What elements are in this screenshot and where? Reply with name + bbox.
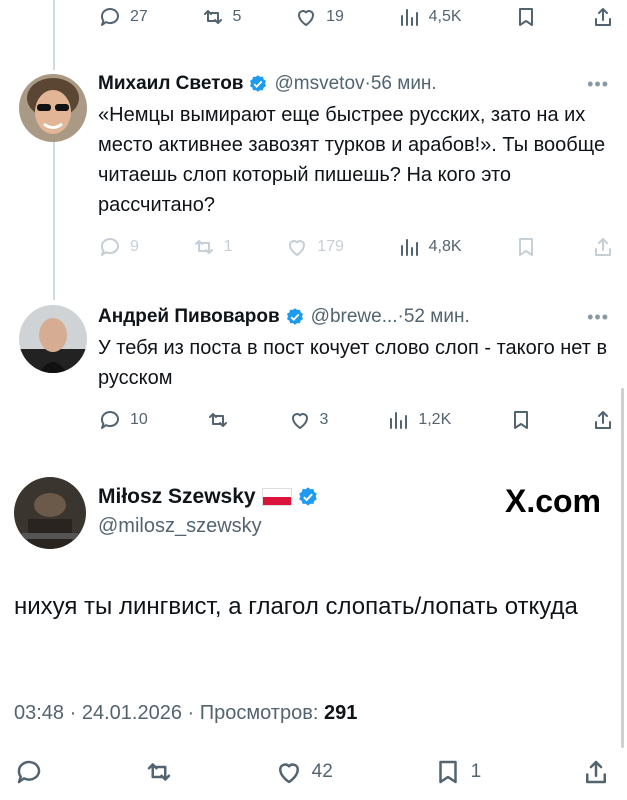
- repost-button[interactable]: 5: [201, 2, 242, 32]
- author-name[interactable]: Михаил Светов: [98, 72, 243, 96]
- post-meta: 03:48 · 24.01.2026 · Просмотров: 291: [14, 702, 357, 725]
- reply-action-bar: 9 1 179 4,8K: [98, 232, 615, 262]
- like-button[interactable]: 3: [288, 405, 329, 435]
- share-icon: [595, 411, 611, 429]
- reply-icon: [100, 411, 119, 429]
- like-count: 42: [311, 761, 333, 782]
- thread-line: [53, 140, 55, 300]
- repost-icon: [203, 10, 222, 24]
- reply-icon: [17, 760, 41, 784]
- repost-button[interactable]: 1: [192, 232, 233, 262]
- like-count: 179: [317, 238, 344, 255]
- post-time[interactable]: 52 мин.: [404, 305, 470, 329]
- heart-icon: [278, 763, 299, 784]
- bookmark-button[interactable]: 1: [433, 757, 482, 787]
- author-handle[interactable]: @msvetov: [274, 72, 364, 96]
- heart-icon: [291, 413, 308, 429]
- heart-icon: [289, 240, 306, 256]
- author-name[interactable]: Miłosz Szewsky: [98, 485, 256, 509]
- views-count: 4,8K: [428, 238, 462, 255]
- repost-count: 1: [223, 238, 233, 255]
- avatar[interactable]: [19, 74, 87, 142]
- share-button[interactable]: [591, 405, 615, 435]
- share-button[interactable]: [591, 2, 615, 32]
- views-button[interactable]: 4,8K: [397, 232, 462, 262]
- repost-icon: [147, 763, 171, 781]
- avatar[interactable]: [19, 305, 87, 373]
- share-button[interactable]: [581, 757, 611, 787]
- bookmark-icon: [438, 760, 457, 784]
- repost-icon: [194, 240, 213, 254]
- bookmark-icon: [514, 411, 529, 429]
- like-count: 3: [319, 411, 329, 428]
- repost-icon: [208, 413, 227, 427]
- bookmark-button[interactable]: [514, 232, 538, 262]
- like-button[interactable]: 19: [294, 2, 344, 32]
- heart-icon: [298, 10, 315, 26]
- reply-button[interactable]: 9: [98, 232, 139, 262]
- separator-dot: ·: [187, 702, 200, 724]
- more-options-icon[interactable]: •••: [587, 305, 609, 329]
- analytics-icon: [390, 412, 408, 429]
- post-time[interactable]: 03:48: [14, 702, 64, 724]
- separator-dot: ·: [69, 702, 82, 724]
- reply-count: 10: [130, 411, 148, 428]
- like-button[interactable]: 42: [274, 757, 333, 787]
- author-handle[interactable]: @milosz_szewsky: [98, 515, 325, 538]
- views-count: 291: [323, 702, 358, 724]
- avatar-image: [19, 305, 87, 373]
- post-text: «Немцы вымирают еще быстрее русских, зат…: [98, 104, 606, 216]
- reply-icon: [100, 238, 119, 256]
- post-text: нихуя ты лингвист, а глагол слопать/лопа…: [14, 593, 578, 620]
- main-action-bar: 42 1: [14, 757, 611, 787]
- repost-button[interactable]: [206, 405, 230, 435]
- views-count: 4,5K: [428, 8, 462, 25]
- views-label: Просмотров:: [199, 702, 319, 724]
- views-count: 1,2K: [418, 411, 452, 428]
- more-options-icon[interactable]: •••: [587, 72, 609, 96]
- share-icon: [594, 238, 611, 256]
- analytics-icon: [400, 239, 418, 256]
- views-button[interactable]: 4,5K: [397, 2, 462, 32]
- author-handle[interactable]: @brewe...: [311, 305, 398, 329]
- repost-button[interactable]: [144, 757, 174, 787]
- bookmark-icon: [519, 8, 534, 26]
- share-button[interactable]: [591, 232, 615, 262]
- poland-flag-icon: [261, 488, 292, 506]
- like-button[interactable]: 179: [285, 232, 344, 262]
- reply-button[interactable]: 27: [98, 2, 148, 32]
- x-com-watermark: X.com: [504, 483, 601, 519]
- reply-action-bar: 10 3 1,2K: [98, 405, 615, 435]
- share-icon: [585, 760, 606, 784]
- post-time[interactable]: 56 мин.: [371, 72, 437, 96]
- avatar-image: [14, 477, 86, 549]
- views-button[interactable]: 1,2K: [386, 405, 451, 435]
- bookmark-button[interactable]: [509, 405, 533, 435]
- bookmark-count: 1: [470, 761, 482, 782]
- verified-badge-icon: [286, 308, 303, 325]
- author-name[interactable]: Андрей Пивоваров: [98, 305, 280, 329]
- like-count: 19: [326, 8, 344, 25]
- post-date[interactable]: 24.01.2026: [82, 702, 182, 724]
- reply-button[interactable]: [14, 757, 44, 787]
- avatar[interactable]: [14, 477, 86, 549]
- scrollbar-thumb[interactable]: [621, 388, 624, 748]
- previous-post-action-bar: 27 5 19 4,5K: [98, 2, 615, 32]
- thread-line: [53, 0, 55, 70]
- verified-badge-icon: [250, 75, 267, 92]
- bookmark-button[interactable]: [514, 2, 538, 32]
- reply-button[interactable]: 10: [98, 405, 148, 435]
- avatar-image: [19, 74, 87, 142]
- reply-count: 9: [130, 238, 139, 255]
- share-icon: [594, 8, 611, 26]
- reply-icon: [100, 8, 119, 26]
- reply-count: 27: [130, 8, 148, 25]
- repost-count: 5: [232, 8, 242, 25]
- post-text: У тебя из поста в пост кочует слово слоп…: [98, 337, 608, 389]
- verified-badge-icon: [298, 487, 317, 506]
- bookmark-icon: [519, 238, 534, 256]
- analytics-icon: [400, 9, 418, 26]
